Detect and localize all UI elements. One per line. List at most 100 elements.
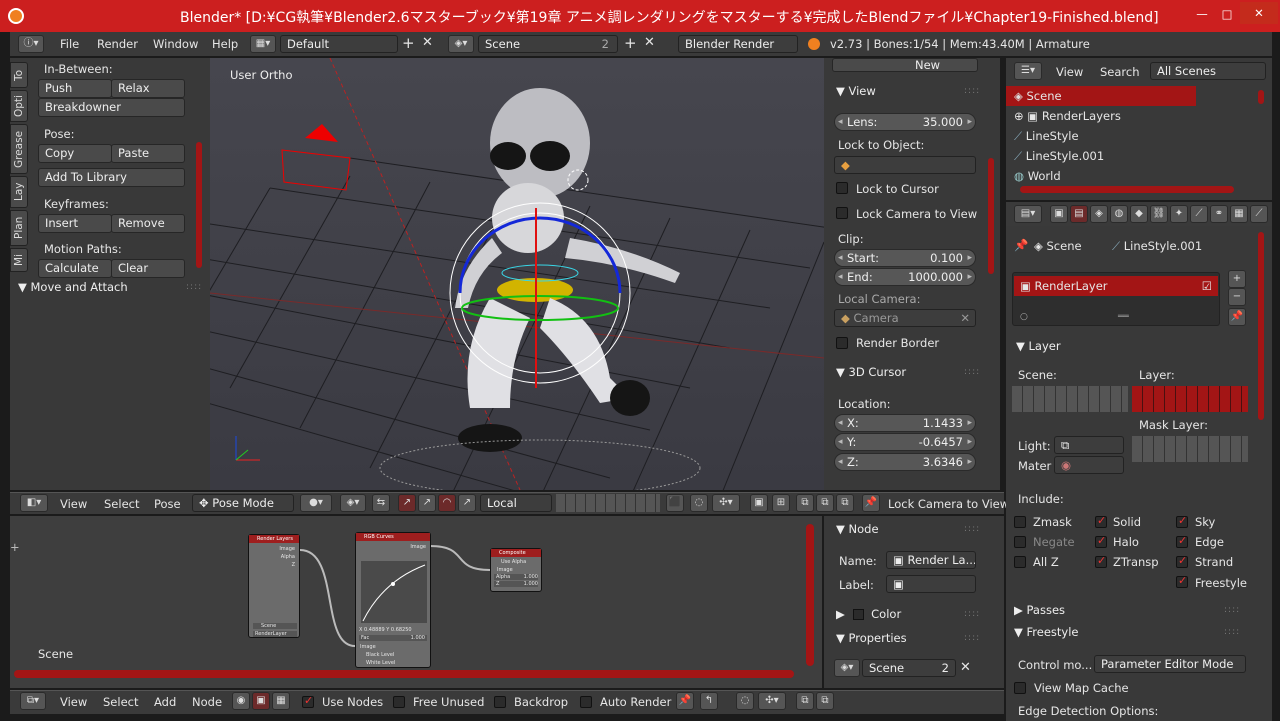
light-override-field[interactable]: ⧉ (1054, 436, 1124, 454)
lock-camera-header-label[interactable]: Lock Camera to View (888, 497, 1009, 511)
halo-checkbox[interactable] (1095, 534, 1107, 548)
node-scene-field[interactable]: Scene 2 (862, 659, 956, 677)
cursor-panel-header[interactable]: ▼ 3D Cursor (836, 362, 906, 382)
lock-cursor-checkbox[interactable] (836, 182, 848, 194)
material-override-field[interactable]: ◉ (1054, 456, 1124, 474)
pivot-point-icon[interactable]: ◈▾ (340, 494, 366, 512)
paste-pose-icon[interactable]: ⧉ (816, 494, 834, 512)
outliner-hscroll[interactable] (1020, 186, 1234, 193)
cursor-panel-grip-icon[interactable]: :::: (964, 367, 980, 377)
use-alpha-checkbox[interactable]: Use Alpha (491, 559, 541, 565)
properties-scrollbar[interactable] (1258, 232, 1264, 420)
layer-panel-header[interactable]: ▼ Layer (1016, 336, 1061, 356)
tab-plane[interactable]: Plan (10, 210, 28, 246)
screen-layout-field[interactable]: Default (280, 35, 398, 53)
copy-pose-button[interactable]: Copy (38, 144, 112, 163)
rgb-image-out-socket[interactable]: Image (356, 544, 430, 550)
freestyle-grip-icon[interactable]: :::: (1224, 627, 1240, 637)
negate-checkbox[interactable] (1014, 536, 1026, 548)
node-scene-icon[interactable]: ◈▾ (834, 659, 860, 677)
tab-tools[interactable]: To (10, 62, 28, 88)
view3d-menu-select[interactable]: Select (104, 497, 139, 511)
outliner-item-scene[interactable]: ◈ Scene (1006, 86, 1196, 106)
composite-image-socket[interactable]: Image (491, 567, 541, 573)
node-menu-view[interactable]: View (60, 695, 87, 709)
node-name-field[interactable]: ▣ Render La... (886, 551, 976, 569)
composite-node[interactable]: Composite Use Alpha Image Alpha 1.000 Z 1.… (490, 548, 542, 592)
passes-panel-header[interactable]: ▶ Passes (1014, 600, 1065, 620)
renderlayer-layers-grid[interactable] (1132, 386, 1248, 412)
node-menu-add[interactable]: Add (154, 695, 176, 709)
paste-nodes-icon[interactable]: ⧉ (816, 692, 834, 710)
tab-layers[interactable]: Lay (10, 176, 28, 208)
drag-grip-icon[interactable]: :::: (186, 282, 202, 292)
cursor-x-field[interactable]: X: 1.1433 (834, 414, 976, 432)
render-layer-pin-button[interactable]: 📌 (1228, 308, 1246, 326)
outliner-vscroll[interactable] (1258, 90, 1264, 104)
node-menu-node[interactable]: Node (192, 695, 222, 709)
manipulator-extra-icon[interactable]: ↗ (458, 494, 476, 512)
lock-object-field[interactable]: ◆ (834, 156, 976, 174)
tab-options[interactable]: Opti (10, 90, 28, 122)
black-level-socket[interactable]: Black Level (366, 652, 394, 658)
outliner-item-world[interactable]: ◍ World (1014, 166, 1061, 186)
scene-icon[interactable]: ◈▾ (448, 35, 474, 53)
node-panel-grip-icon[interactable]: :::: (964, 524, 980, 534)
viewport-shading-icon[interactable]: ●▾ (300, 494, 332, 512)
proportional-edit-icon[interactable]: ◌ (690, 494, 708, 512)
render-layer-enable-icon[interactable]: ☑ (1202, 276, 1212, 296)
toolshelf-scrollbar[interactable] (196, 142, 202, 268)
cursor-z-field[interactable]: Z: 3.6346 (834, 453, 976, 471)
clip-end-field[interactable]: End: 1000.000 (834, 268, 976, 286)
object-tab-icon[interactable]: ◆ (1130, 205, 1148, 223)
bone-constraint-tab-icon[interactable]: ⚭ (1210, 205, 1228, 223)
white-level-socket[interactable]: White Level (366, 660, 395, 666)
render-layers-tab-icon[interactable]: ▤ (1070, 205, 1088, 223)
rotate-manipulator-icon[interactable]: ↗ (418, 494, 436, 512)
cursor-y-field[interactable]: Y: -0.6457 (834, 433, 976, 451)
breadcrumb-scene[interactable]: ◈ Scene (1034, 239, 1082, 253)
manipulator-toggle-icon[interactable]: ⇆ (372, 494, 390, 512)
menu-help[interactable]: Help (212, 33, 238, 55)
view-panel-header[interactable]: ▼ View (836, 81, 876, 101)
free-unused-checkbox[interactable] (393, 696, 405, 708)
list-filter-icon[interactable]: ○ (1020, 312, 1028, 322)
render-layer-item[interactable]: ▣ RenderLayer ☑ (1014, 276, 1218, 296)
lock-layers-icon[interactable]: ⬛ (666, 494, 684, 512)
rl-image-socket[interactable]: Image (249, 546, 299, 552)
node-editor[interactable]: Scene + Render Layers Image Alpha Z Scen… (10, 516, 822, 688)
edge-checkbox[interactable] (1176, 534, 1188, 548)
remove-scene-button[interactable]: ✕ (644, 35, 655, 50)
calculate-paths-button[interactable]: Calculate (38, 259, 112, 278)
world-tab-icon[interactable]: ◍ (1110, 205, 1128, 223)
color-panel-header[interactable]: ▶ Color (836, 604, 901, 624)
properties-editor-icon[interactable]: ▤▾ (1014, 205, 1042, 223)
solid-checkbox[interactable] (1095, 514, 1107, 528)
remove-keyframe-button[interactable]: Remove (111, 214, 185, 233)
parent-node-icon[interactable]: ↰ (700, 692, 718, 710)
mode-select[interactable]: ✥ Pose Mode (192, 494, 294, 512)
compositing-nodes-icon[interactable]: ▣ (252, 692, 270, 710)
outliner-menu-search[interactable]: Search (1100, 65, 1140, 79)
backdrop-checkbox[interactable] (494, 696, 506, 708)
remove-render-layer-button[interactable]: − (1228, 288, 1246, 306)
menu-window[interactable]: Window (153, 33, 198, 55)
translate-manipulator-icon[interactable]: ↗ (398, 494, 416, 512)
push-button[interactable]: Push (38, 79, 112, 98)
scene-field[interactable]: Scene 2 (478, 35, 618, 53)
rl-alpha-socket[interactable]: Alpha (249, 554, 299, 560)
use-nodes-checkbox[interactable] (302, 694, 314, 708)
local-camera-field[interactable]: ◆ Camera ✕ (834, 309, 976, 327)
rl-scene-field[interactable]: Scene (253, 623, 297, 629)
copy-nodes-icon[interactable]: ⧉ (796, 692, 814, 710)
node-pin-icon[interactable]: 📌 (676, 692, 694, 710)
viewport-3d[interactable]: User Ortho (210, 58, 824, 490)
move-attach-panel-header[interactable]: ▼ Move and Attach (18, 277, 128, 297)
passes-grip-icon[interactable]: :::: (1224, 605, 1240, 615)
copy-pose-icon[interactable]: ⧉ (796, 494, 814, 512)
view-map-cache-checkbox[interactable] (1014, 682, 1026, 694)
sky-checkbox[interactable] (1176, 514, 1188, 528)
control-mode-select[interactable]: Parameter Editor Mode (1094, 655, 1246, 673)
tab-grease[interactable]: Grease (10, 124, 28, 174)
mask-layers-grid[interactable] (1132, 436, 1248, 462)
